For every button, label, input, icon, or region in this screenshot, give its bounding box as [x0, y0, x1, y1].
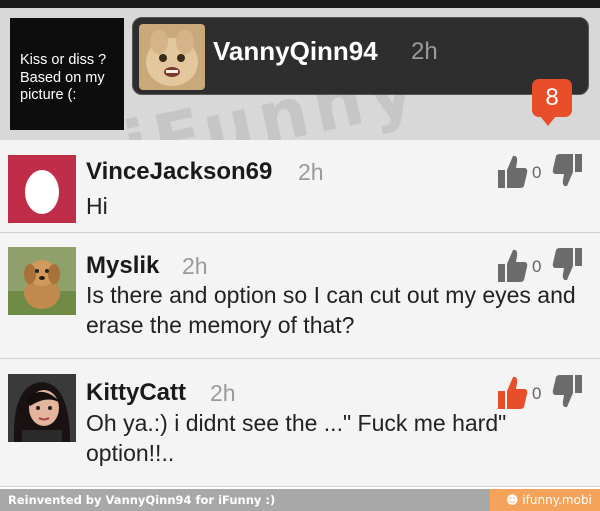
thumbs-up-icon[interactable]	[496, 246, 528, 284]
vote-controls: 0	[496, 246, 584, 286]
comment-avatar[interactable]	[8, 155, 76, 223]
comment-count-badge: 8	[532, 79, 572, 126]
thumbs-up-icon[interactable]	[496, 152, 528, 190]
author-avatar[interactable]	[139, 24, 205, 90]
comment-avatar[interactable]	[8, 247, 76, 315]
comment-avatar[interactable]	[8, 374, 76, 442]
post-author-card[interactable]: VannyQinn94 2h	[132, 17, 589, 95]
vote-controls: 0	[496, 152, 584, 192]
thumbs-up-icon[interactable]	[496, 373, 528, 411]
smiley-icon: ☻	[506, 493, 523, 507]
comment-item: Myslik 2h Is there and option so I can c…	[0, 233, 600, 359]
comment-timestamp: 2h	[210, 380, 236, 406]
comment-timestamp: 2h	[298, 159, 324, 185]
comment-item: VinceJackson69 2h Hi 0	[0, 140, 600, 233]
comment-item: KittyCatt 2h Oh ya.:) i didnt see the ..…	[0, 359, 600, 487]
thumbs-down-icon[interactable]	[552, 152, 584, 190]
comment-username[interactable]: VinceJackson69	[86, 158, 272, 186]
vote-count: 0	[532, 163, 542, 182]
post-caption: Kiss or diss ? Based on my picture (:	[10, 18, 124, 130]
comment-text: Hi	[86, 193, 108, 219]
author-username[interactable]: VannyQinn94	[213, 36, 378, 67]
comment-text: Is there and option so I can cut out my …	[86, 282, 576, 338]
vote-count: 0	[532, 257, 542, 276]
post-header: iFunny Kiss or diss ? Based on my pictur…	[0, 0, 600, 140]
badge-tail	[540, 116, 556, 126]
comment-username[interactable]: KittyCatt	[86, 379, 186, 407]
comment-count: 8	[545, 84, 559, 111]
author-timestamp: 2h	[411, 38, 438, 65]
top-bar	[0, 0, 600, 8]
thumbs-down-icon[interactable]	[552, 373, 584, 411]
thumbs-down-icon[interactable]	[552, 246, 584, 284]
footer-site-label[interactable]: ifunny.mobi	[522, 493, 592, 507]
comment-text: Oh ya.:) i didnt see the ..." Fuck me ha…	[86, 410, 507, 466]
vote-count: 0	[532, 384, 542, 403]
comment-timestamp: 2h	[182, 253, 208, 279]
comment-username[interactable]: Myslik	[86, 252, 159, 280]
footer-credit: Reinvented by VannyQinn94 for iFunny :)	[0, 489, 490, 511]
vote-controls: 0	[496, 373, 584, 413]
footer-site-link[interactable]: ☻ ifunny.mobi	[490, 489, 600, 511]
